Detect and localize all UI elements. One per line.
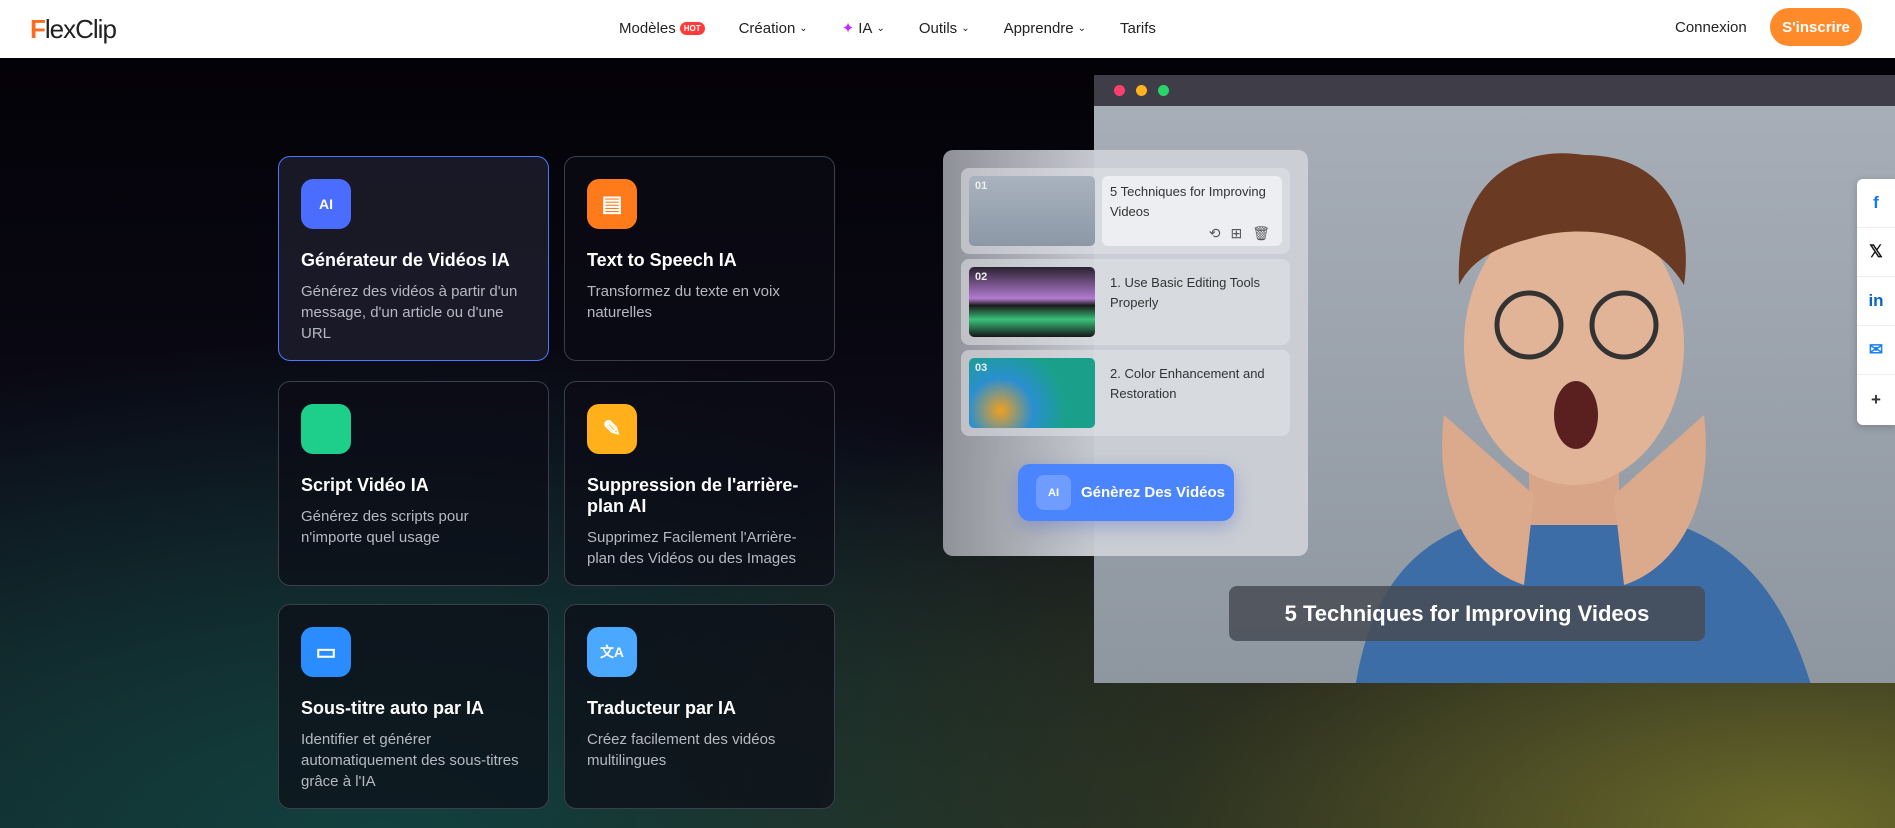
scene-thumbnail: 01 (969, 176, 1095, 246)
ai-video-icon: AI (301, 179, 351, 229)
speech-bubble-icon: ▤ (587, 179, 637, 229)
scene-item[interactable]: 03 2. Color Enhancement and Restoration (961, 350, 1290, 436)
feature-card[interactable]: 文A Traducteur par IA Créez facilement de… (564, 604, 835, 809)
chevron-down-icon: ⌄ (799, 22, 808, 34)
feature-card[interactable]: Script Vidéo IA Générez des scripts pour… (278, 381, 549, 586)
trash-icon[interactable]: 🗑 (1252, 225, 1270, 242)
hot-badge: HOT (679, 21, 705, 35)
linkedin-icon[interactable]: in (1857, 277, 1895, 326)
feature-description: Générez des scripts pour n'importe quel … (301, 508, 469, 546)
generate-videos-button[interactable]: AI Génèrez Des Vidéos (1018, 464, 1234, 521)
chevron-down-icon: ⌄ (961, 22, 970, 34)
nav-label: Outils (918, 19, 958, 37)
translate-icon: 文A (587, 627, 637, 677)
video-caption: 5 Techniques for Improving Videos (1229, 586, 1705, 641)
email-icon[interactable]: ✉ (1857, 326, 1895, 375)
swap-icon[interactable]: ⟲ (1209, 225, 1221, 242)
add-icon[interactable]: ⊞ (1230, 225, 1242, 242)
signup-button[interactable]: S'inscrire (1770, 8, 1862, 46)
feature-title: Sous-titre auto par IA (301, 698, 485, 718)
feature-title: Suppression de l'arrière-plan AI (587, 475, 799, 516)
scene-number: 01 (975, 180, 988, 192)
script-icon (301, 404, 351, 454)
feature-description: Supprimez Facilement l'Arrière-plan des … (587, 529, 797, 567)
nav-outils[interactable]: Outils ⌄ (919, 19, 970, 37)
subtitle-icon: ▭ (301, 627, 351, 677)
scene-item[interactable]: 02 1. Use Basic Editing Tools Properly (961, 259, 1290, 345)
scene-number: 02 (975, 271, 988, 283)
minimize-dot-icon (1136, 85, 1147, 96)
scene-number: 03 (975, 362, 988, 374)
feature-title: Traducteur par IA (587, 698, 737, 718)
nav-label: Apprendre (1003, 19, 1074, 37)
scene-panel: 01 5 Techniques for Improving Videos ⟲ ⊞ 🗑… (943, 150, 1308, 556)
facebook-icon[interactable]: f (1857, 179, 1895, 228)
feature-title: Générateur de Vidéos IA (301, 250, 510, 270)
nav-label: Modèles (619, 19, 676, 37)
window-titlebar (1094, 75, 1895, 106)
feature-description: Transformez du texte en voix naturelles (587, 283, 780, 321)
feature-description: Identifier et générer automatiquement de… (301, 731, 519, 790)
nav-ia[interactable]: ✦ IA ⌄ (841, 19, 885, 38)
more-share-icon[interactable]: + (1857, 375, 1895, 424)
chevron-down-icon: ⌄ (1077, 22, 1087, 34)
scene-thumbnail: 02 (969, 267, 1095, 337)
maximize-dot-icon (1158, 85, 1169, 96)
feature-description: Générez des vidéos à partir d'un message… (301, 283, 518, 342)
feature-card[interactable]: AI Générateur de Vidéos IA Générez des v… (278, 156, 549, 361)
feature-card[interactable]: ▤ Text to Speech IA Transformez du texte… (564, 156, 835, 361)
chevron-down-icon: ⌄ (876, 22, 885, 34)
feature-title: Text to Speech IA (587, 250, 737, 270)
scene-item[interactable]: 01 5 Techniques for Improving Videos ⟲ ⊞ 🗑 (961, 168, 1290, 254)
nav-apprendre[interactable]: Apprendre ⌄ (1004, 19, 1086, 37)
logo[interactable]: FlexClip (30, 14, 117, 45)
scene-thumbnail: 03 (969, 358, 1095, 428)
x-icon[interactable]: 𝕏 (1857, 228, 1895, 277)
main-nav: Modèles HOT Création ⌄ ✦ IA ⌄ Outils ⌄ Appren… (619, 19, 1156, 38)
feature-description: Créez facilement des vidéos multilingues (587, 731, 776, 769)
scene-title: 1. Use Basic Editing Tools Properly (1110, 275, 1261, 310)
nav-label: Création (738, 19, 796, 37)
feature-card[interactable]: ✎ Suppression de l'arrière-plan AI Suppr… (564, 381, 835, 586)
generate-label: Génèrez Des Vidéos (1081, 484, 1225, 501)
nav-label: Tarifs (1120, 19, 1156, 37)
login-link[interactable]: Connexion (1675, 19, 1747, 36)
header: FlexClip Modèles HOT Création ⌄ ✦ IA ⌄ Outil… (0, 0, 1895, 58)
sparkle-icon: ✦ (841, 20, 855, 37)
eraser-icon: ✎ (587, 404, 637, 454)
nav-creation[interactable]: Création ⌄ (739, 19, 808, 37)
nav-tarifs[interactable]: Tarifs (1120, 19, 1156, 37)
feature-card[interactable]: ▭ Sous-titre auto par IA Identifier et g… (278, 604, 549, 809)
nav-label: IA (858, 19, 873, 37)
nav-modeles[interactable]: Modèles HOT (619, 19, 705, 37)
scene-title: 2. Color Enhancement and Restoration (1110, 366, 1265, 401)
close-dot-icon (1114, 85, 1125, 96)
social-share-bar: f 𝕏 in ✉ + (1857, 179, 1895, 425)
feature-title: Script Vidéo IA (301, 475, 429, 495)
ai-video-icon: AI (1036, 475, 1071, 510)
